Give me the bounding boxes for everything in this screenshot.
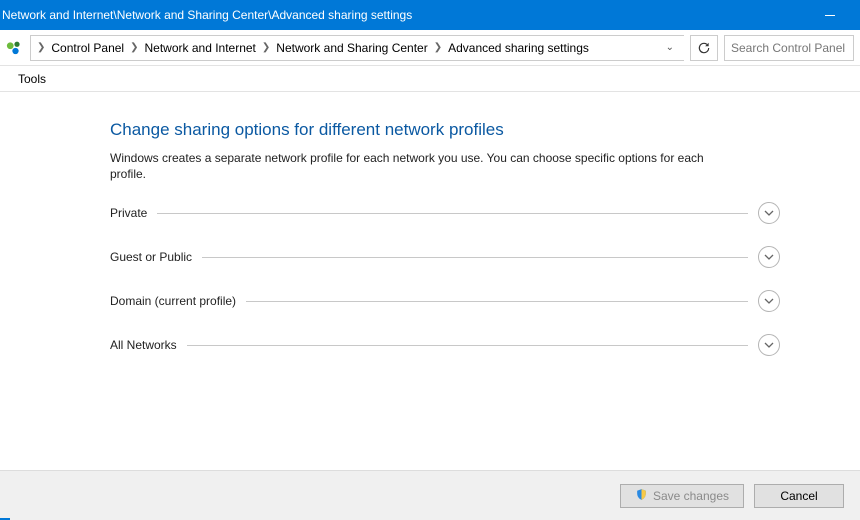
- page-description: Windows creates a separate network profi…: [110, 150, 730, 182]
- divider: [246, 301, 748, 302]
- refresh-button[interactable]: [690, 35, 718, 61]
- divider: [157, 213, 748, 214]
- chevron-right-icon: ❯: [262, 42, 270, 53]
- section-private: Private: [110, 202, 780, 224]
- section-label: All Networks: [110, 338, 177, 352]
- search-input[interactable]: [724, 35, 854, 61]
- menubar: Tools: [0, 66, 860, 92]
- control-panel-icon: [4, 38, 24, 58]
- titlebar: Network and Internet\Network and Sharing…: [0, 0, 860, 30]
- menu-tools[interactable]: Tools: [12, 70, 52, 88]
- divider: [187, 345, 748, 346]
- breadcrumb-item[interactable]: Control Panel: [51, 41, 124, 55]
- section-label: Domain (current profile): [110, 294, 236, 308]
- chevron-down-icon: [764, 296, 774, 306]
- section-all-networks: All Networks: [110, 334, 780, 356]
- address-toolbar: ❯ Control Panel ❯ Network and Internet ❯…: [0, 30, 860, 66]
- cancel-button[interactable]: Cancel: [754, 484, 844, 508]
- expand-domain-button[interactable]: [758, 290, 780, 312]
- breadcrumb-item[interactable]: Network and Internet: [145, 41, 256, 55]
- chevron-down-icon: [764, 340, 774, 350]
- breadcrumb-item[interactable]: Advanced sharing settings: [448, 41, 589, 55]
- minimize-icon: [825, 15, 835, 16]
- chevron-down-icon: [764, 252, 774, 262]
- expand-all-networks-button[interactable]: [758, 334, 780, 356]
- divider: [202, 257, 748, 258]
- cancel-button-label: Cancel: [780, 489, 817, 503]
- chevron-down-icon[interactable]: ⌄: [662, 42, 678, 53]
- window-title: Network and Internet\Network and Sharing…: [2, 8, 808, 22]
- breadcrumb-item[interactable]: Network and Sharing Center: [276, 41, 427, 55]
- section-domain: Domain (current profile): [110, 290, 780, 312]
- shield-icon: [635, 488, 648, 504]
- chevron-right-icon: ❯: [37, 42, 45, 53]
- save-button-label: Save changes: [653, 489, 729, 503]
- section-guest-public: Guest or Public: [110, 246, 780, 268]
- chevron-right-icon: ❯: [434, 42, 442, 53]
- chevron-right-icon: ❯: [130, 42, 138, 53]
- footer: Save changes Cancel: [0, 470, 860, 520]
- refresh-icon: [697, 41, 711, 55]
- page-title: Change sharing options for different net…: [110, 120, 780, 140]
- minimize-button[interactable]: [808, 0, 852, 30]
- chevron-down-icon: [764, 208, 774, 218]
- breadcrumb[interactable]: ❯ Control Panel ❯ Network and Internet ❯…: [30, 35, 684, 61]
- expand-guest-button[interactable]: [758, 246, 780, 268]
- section-label: Private: [110, 206, 147, 220]
- save-changes-button[interactable]: Save changes: [620, 484, 744, 508]
- section-label: Guest or Public: [110, 250, 192, 264]
- content-area: Change sharing options for different net…: [0, 92, 860, 470]
- expand-private-button[interactable]: [758, 202, 780, 224]
